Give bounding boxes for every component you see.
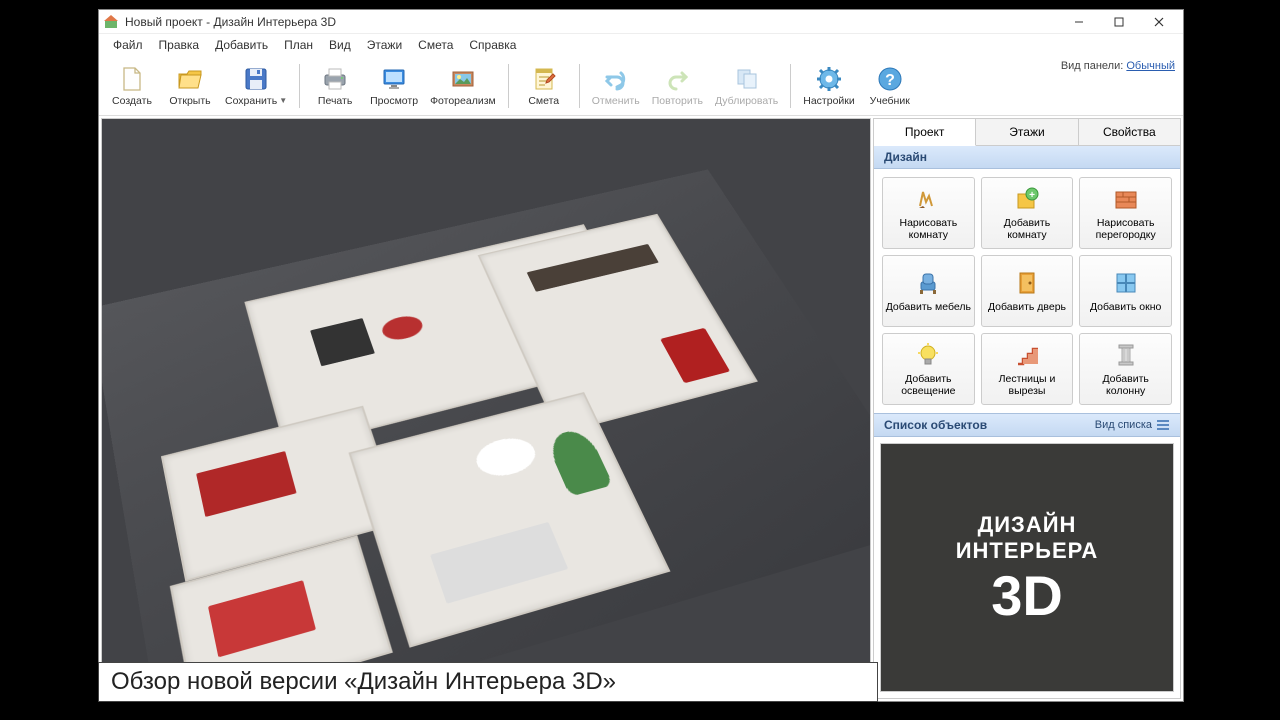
create-button[interactable]: Создать (105, 59, 159, 113)
chair-icon (914, 269, 942, 297)
settings-label: Настройки (803, 95, 855, 107)
gear-icon (815, 65, 843, 93)
stairs-icon (1013, 341, 1041, 369)
save-icon (242, 65, 270, 93)
add-room-button[interactable]: + Добавить комнату (981, 177, 1074, 249)
menu-estimate[interactable]: Смета (410, 36, 461, 54)
duplicate-label: Дублировать (715, 95, 778, 107)
add-window-button[interactable]: Добавить окно (1079, 255, 1172, 327)
help-icon: ? (876, 65, 904, 93)
svg-text:+: + (1029, 190, 1035, 201)
create-label: Создать (112, 95, 152, 107)
photoreal-label: Фотореализм (430, 95, 496, 107)
add-lighting-button[interactable]: Добавить освещение (882, 333, 975, 405)
draw-room-icon (914, 185, 942, 213)
content-area: Проект Этажи Свойства Дизайн Нарисовать … (99, 116, 1183, 701)
menu-view[interactable]: Вид (321, 36, 359, 54)
estimate-label: Смета (528, 95, 559, 107)
tab-properties[interactable]: Свойства (1079, 119, 1180, 146)
app-icon (103, 14, 119, 30)
toolbar-separator (299, 64, 300, 108)
chevron-down-icon: ▼ (279, 96, 287, 105)
menu-floors[interactable]: Этажи (359, 36, 410, 54)
add-door-button[interactable]: Добавить дверь (981, 255, 1074, 327)
toolbar-separator (508, 64, 509, 108)
close-button[interactable] (1139, 10, 1179, 33)
tutorial-button[interactable]: ? Учебник (863, 59, 917, 113)
duplicate-icon (733, 65, 761, 93)
save-button[interactable]: Сохранить▼ (221, 59, 291, 113)
window-title: Новый проект - Дизайн Интерьера 3D (125, 15, 1059, 29)
window-controls (1059, 10, 1179, 33)
toolbar-separator (579, 64, 580, 108)
print-button[interactable]: Печать (308, 59, 362, 113)
product-logo: ДИЗАЙН ИНТЕРЬЕРА 3D (880, 443, 1174, 692)
save-label: Сохранить (225, 95, 277, 107)
tab-project[interactable]: Проект (874, 119, 976, 146)
redo-label: Повторить (652, 95, 703, 107)
draw-room-button[interactable]: Нарисовать комнату (882, 177, 975, 249)
panel-tabs: Проект Этажи Свойства (873, 118, 1181, 146)
redo-icon (663, 65, 691, 93)
add-furniture-button[interactable]: Добавить мебель (882, 255, 975, 327)
print-label: Печать (318, 95, 352, 107)
svg-text:?: ? (885, 72, 895, 89)
lightbulb-icon (914, 341, 942, 369)
toolbar-separator (790, 64, 791, 108)
object-list-body: ДИЗАЙН ИНТЕРЬЕРА 3D (874, 437, 1180, 698)
undo-button[interactable]: Отменить (588, 59, 644, 113)
3d-viewport[interactable] (101, 118, 871, 699)
tutorial-label: Учебник (870, 95, 910, 107)
panel-view-link[interactable]: Обычный (1126, 60, 1175, 72)
open-button[interactable]: Открыть (163, 59, 217, 113)
add-room-icon: + (1013, 185, 1041, 213)
photoreal-button[interactable]: Фотореализм (426, 59, 500, 113)
menubar: Файл Правка Добавить План Вид Этажи Смет… (99, 34, 1183, 56)
menu-plan[interactable]: План (276, 36, 321, 54)
design-tool-grid: Нарисовать комнату + Добавить комнату На… (874, 169, 1180, 413)
list-view-toggle[interactable]: Вид списка (1095, 418, 1170, 432)
notepad-icon (530, 65, 558, 93)
monitor-icon (380, 65, 408, 93)
duplicate-button[interactable]: Дублировать (711, 59, 782, 113)
undo-icon (602, 65, 630, 93)
settings-button[interactable]: Настройки (799, 59, 859, 113)
photoreal-icon (449, 65, 477, 93)
undo-label: Отменить (592, 95, 640, 107)
object-list-header: Список объектов Вид списка (874, 413, 1180, 437)
titlebar: Новый проект - Дизайн Интерьера 3D (99, 10, 1183, 34)
toolbar: Создать Открыть Сохранить▼ Печать Просмо… (99, 56, 1183, 116)
panel-body: Дизайн Нарисовать комнату + Добавить ком… (873, 146, 1181, 699)
panel-view-label: Вид панели: Обычный (1061, 60, 1175, 72)
menu-add[interactable]: Добавить (207, 36, 276, 54)
printer-icon (321, 65, 349, 93)
door-icon (1013, 269, 1041, 297)
add-column-button[interactable]: Добавить колонну (1079, 333, 1172, 405)
design-section-header: Дизайн (874, 146, 1180, 169)
menu-help[interactable]: Справка (461, 36, 524, 54)
column-icon (1112, 341, 1140, 369)
open-label: Открыть (169, 95, 210, 107)
list-icon (1156, 418, 1170, 432)
menu-file[interactable]: Файл (105, 36, 151, 54)
draw-partition-button[interactable]: Нарисовать перегородку (1079, 177, 1172, 249)
tab-floors[interactable]: Этажи (976, 119, 1078, 146)
preview-label: Просмотр (370, 95, 418, 107)
floorplan-render (101, 169, 871, 699)
maximize-button[interactable] (1099, 10, 1139, 33)
video-caption: Обзор новой версии «Дизайн Интерьера 3D» (98, 662, 878, 702)
stairs-cutouts-button[interactable]: Лестницы и вырезы (981, 333, 1074, 405)
app-window: Новый проект - Дизайн Интерьера 3D Файл … (98, 9, 1184, 702)
folder-open-icon (176, 65, 204, 93)
redo-button[interactable]: Повторить (648, 59, 707, 113)
new-file-icon (118, 65, 146, 93)
estimate-button[interactable]: Смета (517, 59, 571, 113)
side-panel: Проект Этажи Свойства Дизайн Нарисовать … (873, 118, 1181, 699)
preview-button[interactable]: Просмотр (366, 59, 422, 113)
window-icon (1112, 269, 1140, 297)
minimize-button[interactable] (1059, 10, 1099, 33)
menu-edit[interactable]: Правка (151, 36, 208, 54)
wall-icon (1112, 185, 1140, 213)
